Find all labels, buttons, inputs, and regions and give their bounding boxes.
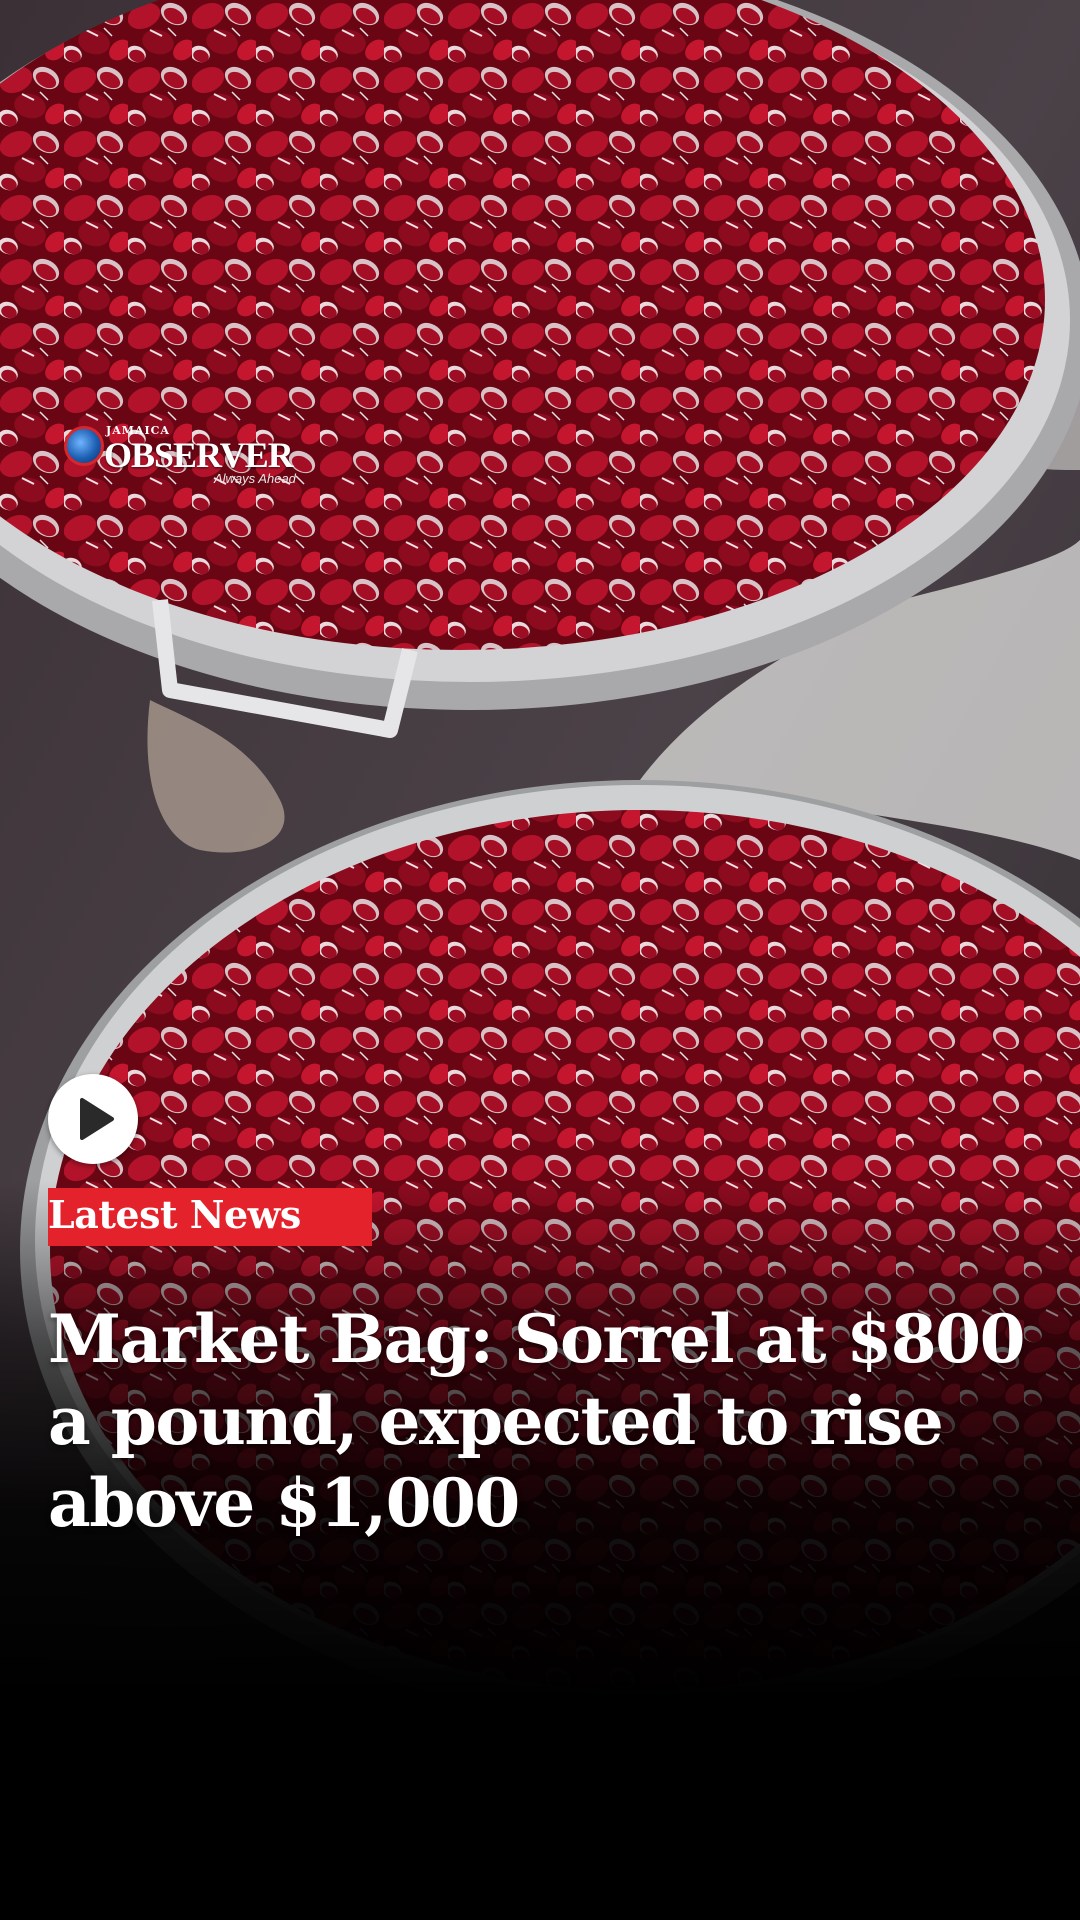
brand-name: OBSERVER xyxy=(104,435,294,475)
story-screen: JAMAICA OBSERVER Always Ahead Latest New… xyxy=(0,0,1080,1920)
play-button[interactable] xyxy=(48,1074,138,1164)
badge-label: Latest News xyxy=(48,1192,301,1237)
play-icon xyxy=(80,1098,114,1140)
article-headline[interactable]: Market Bag: Sorrel at $800 a pound, expe… xyxy=(48,1298,1058,1544)
globe-icon xyxy=(64,426,104,466)
latest-news-badge: Latest News xyxy=(48,1188,372,1246)
bottom-gradient-overlay xyxy=(0,1180,1080,1920)
brand-logo: JAMAICA OBSERVER Always Ahead xyxy=(64,420,304,490)
brand-tagline: Always Ahead xyxy=(214,471,296,486)
